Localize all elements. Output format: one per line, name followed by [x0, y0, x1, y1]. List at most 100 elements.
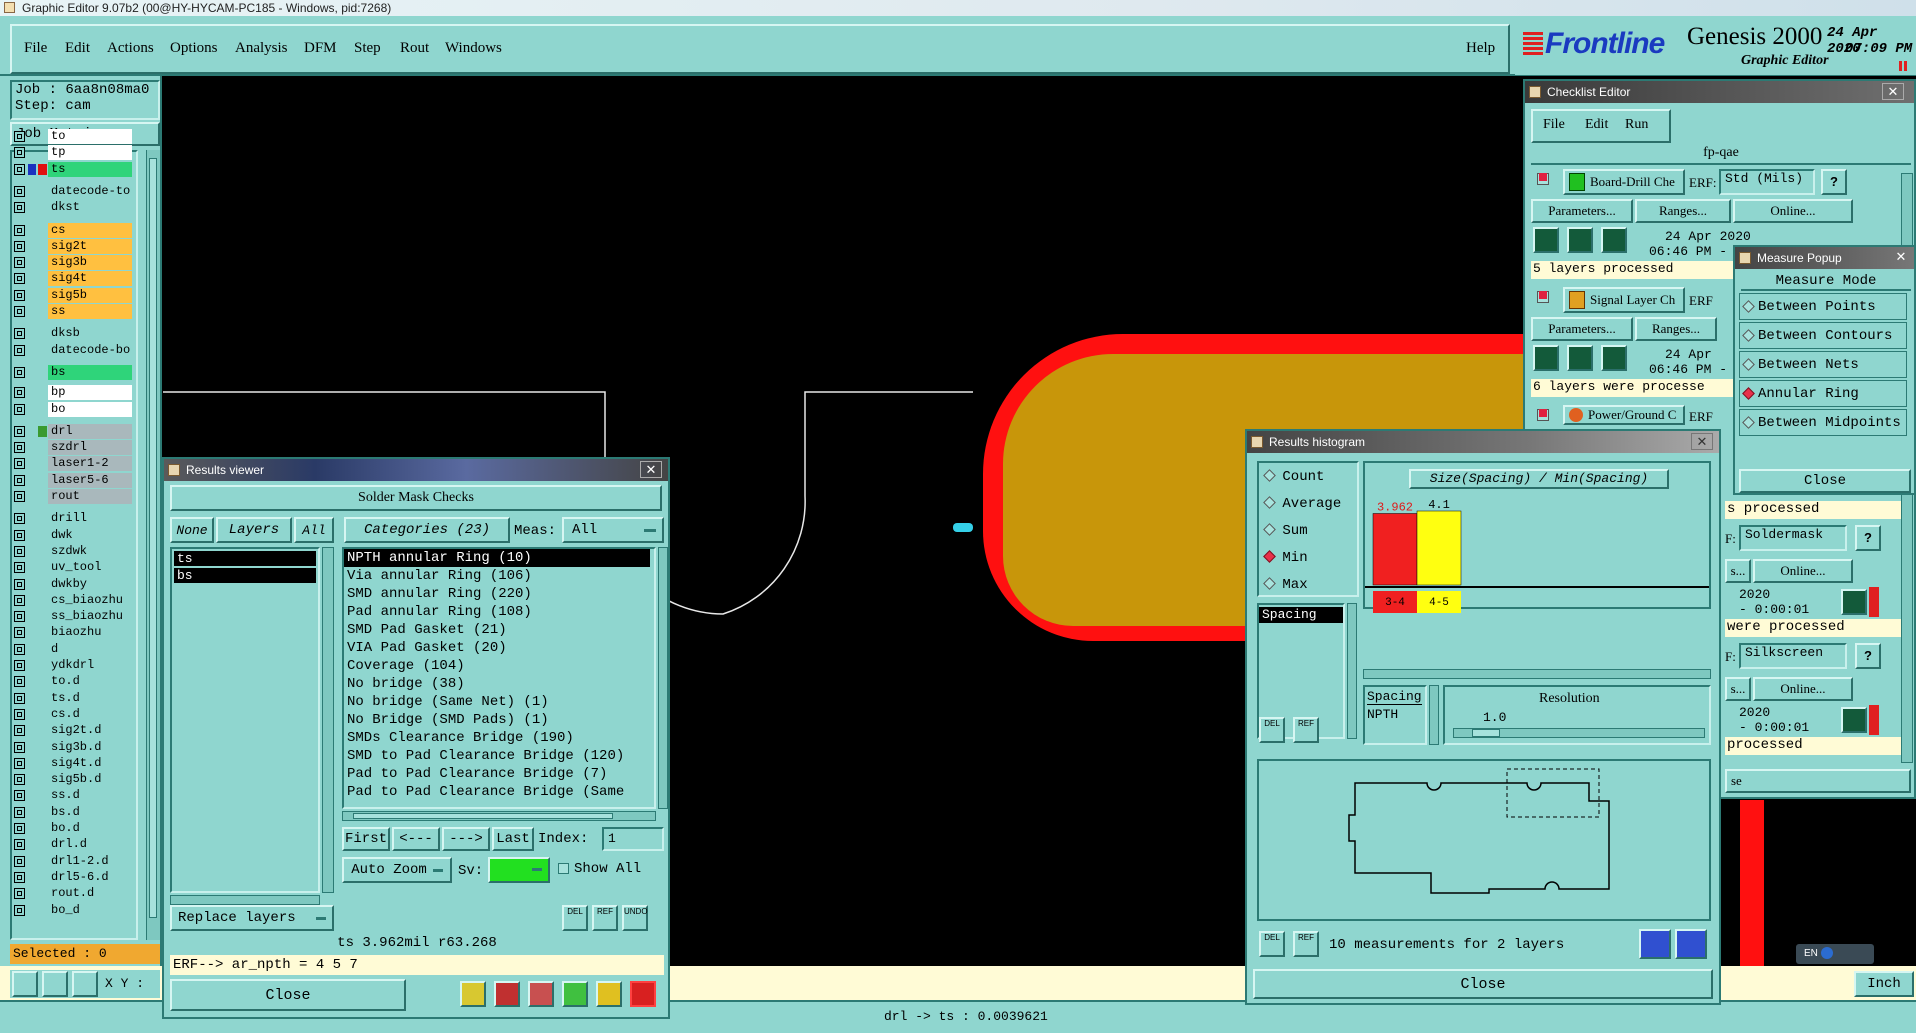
- measure-close-button[interactable]: Close: [1739, 469, 1911, 493]
- layer-checkbox[interactable]: [14, 676, 25, 688]
- layer-row[interactable]: ydkdrl: [12, 658, 132, 673]
- layer-checkbox[interactable]: [14, 273, 25, 285]
- menu-edit[interactable]: Edit: [65, 40, 90, 57]
- layer-checkbox[interactable]: [14, 594, 25, 606]
- layer-name[interactable]: drl: [48, 423, 132, 439]
- measure-type-vscroll[interactable]: [1347, 603, 1357, 739]
- layer-checkbox[interactable]: [14, 839, 25, 851]
- menu-file[interactable]: File: [24, 40, 47, 57]
- layers-none-button[interactable]: None: [170, 517, 214, 543]
- layer-name[interactable]: szdrl: [48, 440, 132, 456]
- del-icon[interactable]: DEL: [562, 905, 588, 931]
- resolution-slider[interactable]: [1453, 728, 1705, 738]
- layer-checkbox[interactable]: [14, 790, 25, 802]
- zoom-result-icon[interactable]: [1841, 707, 1867, 733]
- layer-row[interactable]: laser5-6: [12, 472, 132, 488]
- layer-name[interactable]: drill: [48, 511, 132, 527]
- ref-icon[interactable]: REF: [1293, 931, 1319, 957]
- layer-checkbox[interactable]: [14, 240, 25, 252]
- layer-name[interactable]: dksb: [48, 326, 132, 342]
- category-item[interactable]: SMD to Pad Clearance Bridge (120): [344, 747, 654, 765]
- layer-checkbox[interactable]: [14, 774, 25, 786]
- layer-row[interactable]: sig4t.d: [12, 755, 132, 771]
- row2-parameters-button[interactable]: Parameters...: [1531, 317, 1633, 341]
- ref-icon[interactable]: REF: [592, 905, 618, 931]
- layer-row[interactable]: sig5b.d: [12, 772, 132, 788]
- measure-between-points[interactable]: Between Points: [1739, 293, 1907, 320]
- layer-name[interactable]: d: [48, 641, 132, 657]
- mode-count[interactable]: Count: [1263, 469, 1324, 485]
- layer-row[interactable]: ss: [12, 304, 132, 319]
- layer-results-list[interactable]: ts bs: [170, 547, 320, 893]
- mode-max[interactable]: Max: [1263, 577, 1308, 593]
- layer-checkbox[interactable]: [14, 425, 25, 437]
- layer-name[interactable]: bo_d: [48, 902, 132, 918]
- layer-list-vscroll[interactable]: [322, 547, 334, 893]
- categories-vscroll[interactable]: [658, 547, 668, 809]
- layer-name[interactable]: sig4t.d: [48, 755, 132, 771]
- histogram-close-button[interactable]: Close: [1253, 969, 1713, 999]
- layer-name[interactable]: datecode-bo: [48, 342, 132, 358]
- zoom-result-icon[interactable]: [1841, 589, 1867, 615]
- layer-name[interactable]: bo.d: [48, 821, 132, 836]
- category-item[interactable]: Pad to Pad Clearance Bridge (Same: [344, 783, 654, 801]
- layer-name[interactable]: sig3b: [48, 255, 132, 271]
- layer-row[interactable]: to.d: [12, 674, 132, 690]
- categories-button[interactable]: Categories (23): [344, 517, 510, 543]
- layer-name[interactable]: datecode-to: [48, 183, 132, 199]
- layer-name[interactable]: ss.d: [48, 788, 132, 804]
- menu-dfm[interactable]: DFM: [304, 40, 337, 57]
- layer-checkbox[interactable]: [14, 403, 25, 415]
- layer-row[interactable]: bo_d: [12, 902, 132, 918]
- row2-ranges-button[interactable]: Ranges...: [1635, 317, 1717, 341]
- layer-name[interactable]: rout: [48, 489, 132, 504]
- close-icon[interactable]: ✕: [1890, 249, 1912, 266]
- layer-checkbox[interactable]: [14, 257, 25, 269]
- layer-row[interactable]: sig4t: [12, 271, 132, 287]
- layer-name[interactable]: bs.d: [48, 804, 132, 820]
- close-icon[interactable]: ✕: [1691, 433, 1713, 450]
- category-item[interactable]: No bridge (Same Net) (1): [344, 693, 654, 711]
- mode-min[interactable]: Min: [1263, 550, 1308, 566]
- layer-name[interactable]: drl5-6.d: [48, 869, 132, 885]
- row5-erf-select[interactable]: Silkscreen: [1739, 643, 1847, 669]
- layer-row[interactable]: to: [12, 129, 132, 144]
- row1-online-button[interactable]: Online...: [1733, 199, 1853, 223]
- histogram-icon[interactable]: [630, 981, 656, 1007]
- layer-checkbox[interactable]: [14, 871, 25, 883]
- mode-sum[interactable]: Sum: [1263, 523, 1308, 539]
- layer-name[interactable]: dwk: [48, 527, 132, 543]
- checklist-close-button[interactable]: se: [1725, 769, 1911, 793]
- layer-list-scrollbar[interactable]: [146, 150, 160, 940]
- layer-checkbox[interactable]: [14, 366, 25, 378]
- layer-row[interactable]: drl1-2.d: [12, 853, 132, 869]
- export-icon[interactable]: [494, 981, 520, 1007]
- layer-name[interactable]: sig5b: [48, 287, 132, 303]
- filter-icon[interactable]: [528, 981, 554, 1007]
- menu-step[interactable]: Step: [354, 40, 381, 57]
- row5-online-button[interactable]: Online...: [1753, 677, 1853, 701]
- show-all-checkbox[interactable]: [558, 863, 569, 874]
- measure-tool-icon[interactable]: [42, 971, 68, 997]
- layer-name[interactable]: ts: [48, 161, 132, 177]
- layer-name[interactable]: cs: [48, 222, 132, 238]
- row1-parameters-button[interactable]: Parameters...: [1531, 199, 1633, 223]
- run-icon[interactable]: [1533, 227, 1559, 253]
- layer-name[interactable]: laser1-2: [48, 456, 132, 472]
- prev-button[interactable]: <---: [392, 827, 440, 851]
- layer-checkbox[interactable]: [14, 660, 25, 671]
- layer-name[interactable]: bp: [48, 385, 132, 401]
- layer-row[interactable]: rout: [12, 489, 132, 504]
- layer-checkbox[interactable]: [14, 344, 25, 356]
- layer-row[interactable]: datecode-bo: [12, 342, 132, 358]
- layer-checkbox[interactable]: [14, 757, 25, 769]
- layer-row[interactable]: laser1-2: [12, 456, 132, 472]
- close-icon[interactable]: ✕: [1882, 83, 1904, 100]
- measure-between-midpoints[interactable]: Between Midpoints: [1739, 409, 1907, 436]
- units-button[interactable]: Inch: [1854, 971, 1914, 997]
- histogram-bar[interactable]: [1416, 510, 1462, 586]
- layer-row[interactable]: ts: [12, 161, 132, 177]
- run-step-icon[interactable]: [1567, 227, 1593, 253]
- layer-row[interactable]: drl.d: [12, 837, 132, 853]
- layer-row[interactable]: dkst: [12, 200, 132, 216]
